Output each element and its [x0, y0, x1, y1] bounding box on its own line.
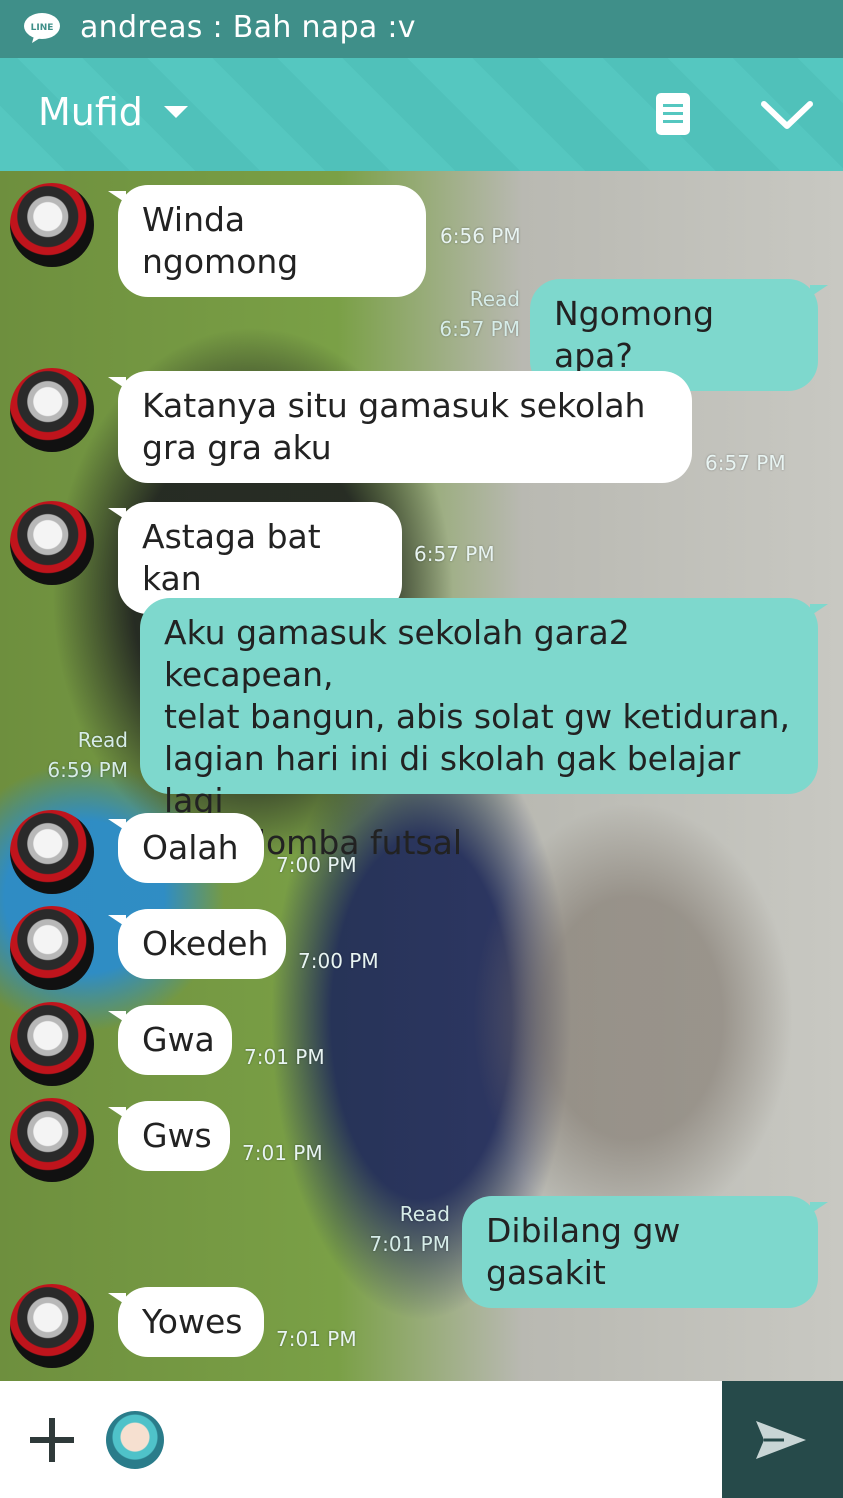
send-button[interactable] [722, 1381, 843, 1498]
message-bubble[interactable]: Gwa [108, 1005, 232, 1075]
caret-down-icon[interactable] [164, 106, 188, 118]
message-bubble[interactable]: Oalah [108, 813, 264, 883]
message-time: 6:56 PM [440, 224, 521, 248]
message-status: Read 7:01 PM [350, 1199, 450, 1259]
message-time: 7:00 PM [276, 853, 357, 877]
line-app-icon: LINE [24, 13, 60, 43]
message-bubble[interactable]: Okedeh [108, 909, 286, 979]
sticker-icon[interactable] [106, 1411, 164, 1469]
chat-area[interactable]: Winda ngomong 6:56 PM Read 6:57 PM Ngomo… [0, 171, 843, 1381]
plus-icon[interactable] [28, 1416, 76, 1464]
chevron-down-icon[interactable] [760, 98, 814, 132]
read-receipt: Read [77, 728, 128, 752]
read-receipt: Read [469, 287, 520, 311]
notification-bar[interactable]: LINE andreas : Bah napa :v [0, 0, 843, 58]
avatar[interactable] [10, 368, 94, 452]
message-bubble[interactable]: Katanya situ gamasuk sekolah gra gra aku [108, 371, 692, 483]
message-bubble[interactable]: Winda ngomong [108, 185, 426, 297]
avatar[interactable] [10, 906, 94, 990]
message-input[interactable] [180, 1395, 704, 1487]
message-time: 7:01 PM [369, 1232, 450, 1256]
chat-header: Mufid [0, 58, 843, 171]
message-bubble[interactable]: Yowes [108, 1287, 264, 1357]
read-receipt: Read [399, 1202, 450, 1226]
message-status: Read 6:57 PM [420, 284, 520, 344]
chat-title[interactable]: Mufid [38, 90, 143, 134]
message-status: Read 6:59 PM [20, 725, 128, 785]
message-time: 7:01 PM [276, 1327, 357, 1351]
message-bubble[interactable]: Dibilang gw gasakit [462, 1196, 828, 1308]
avatar[interactable] [10, 810, 94, 894]
message-time: 7:01 PM [244, 1045, 325, 1069]
message-time: 6:57 PM [439, 317, 520, 341]
avatar[interactable] [10, 1284, 94, 1368]
message-bubble[interactable]: Aku gamasuk sekolah gara2 kecapean, tela… [140, 598, 828, 862]
message-time: 6:57 PM [705, 451, 786, 475]
message-time: 6:59 PM [47, 758, 128, 782]
avatar[interactable] [10, 1002, 94, 1086]
message-time: 6:57 PM [414, 542, 495, 566]
avatar[interactable] [10, 1098, 94, 1182]
message-time: 7:00 PM [298, 949, 379, 973]
message-time: 7:01 PM [242, 1141, 323, 1165]
send-icon [756, 1421, 806, 1459]
svg-text:LINE: LINE [31, 23, 54, 33]
message-bubble[interactable]: Gws [108, 1101, 230, 1171]
notes-icon[interactable] [655, 92, 691, 136]
notification-text: andreas : Bah napa :v [80, 10, 416, 45]
avatar[interactable] [10, 501, 94, 585]
avatar[interactable] [10, 183, 94, 267]
